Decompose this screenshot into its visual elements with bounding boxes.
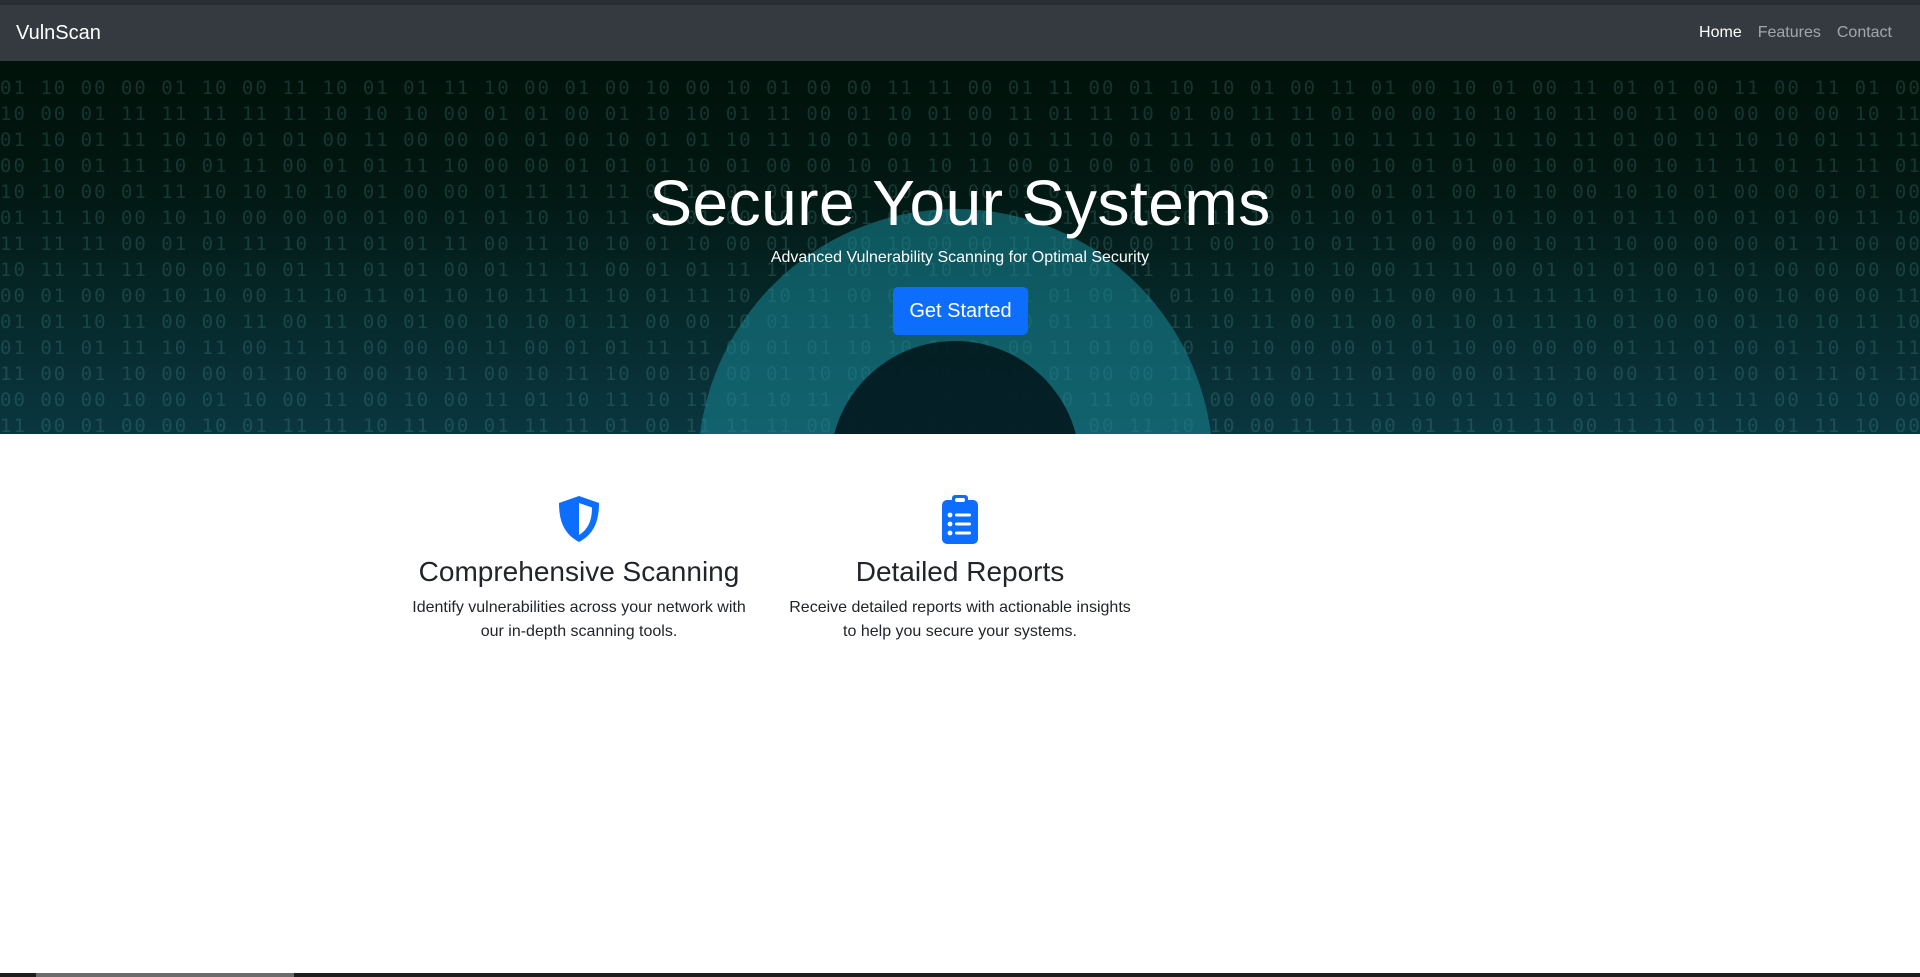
nav-link-home[interactable]: Home <box>1691 16 1750 50</box>
nav-links: Home Features Contact <box>1691 16 1900 50</box>
feature-card-reports: Detailed Reports Receive detailed report… <box>779 434 1141 644</box>
features-section: Comprehensive Scanning Identify vulnerab… <box>0 434 1920 974</box>
hero-title: Secure Your Systems <box>649 167 1271 239</box>
feature-title: Comprehensive Scanning <box>418 556 740 587</box>
hero-subtitle: Advanced Vulnerability Scanning for Opti… <box>770 249 1150 266</box>
feature-card-scanning: Comprehensive Scanning Identify vulnerab… <box>398 434 760 644</box>
feature-title: Detailed Reports <box>855 556 1065 587</box>
nav-link-features[interactable]: Features <box>1750 16 1829 50</box>
shield-icon <box>398 494 760 546</box>
feature-description: Identify vulnerabilities across your net… <box>412 599 746 640</box>
brand-logo[interactable]: VulnScan <box>16 22 101 45</box>
get-started-button[interactable]: Get Started <box>893 287 1028 335</box>
feature-description: Receive detailed reports with actionable… <box>789 599 1131 640</box>
hero-section: 01 10 00 00 01 10 00 11 10 01 01 11 10 0… <box>0 61 1920 434</box>
clipboard-list-icon <box>779 494 1141 546</box>
nav-link-contact[interactable]: Contact <box>1829 16 1900 50</box>
bottom-scrollbar[interactable] <box>0 973 1920 977</box>
navbar: VulnScan Home Features Contact <box>0 5 1920 61</box>
hero-content: Secure Your Systems Advanced Vulnerabili… <box>0 61 1920 434</box>
scrollbar-thumb[interactable] <box>36 973 294 977</box>
